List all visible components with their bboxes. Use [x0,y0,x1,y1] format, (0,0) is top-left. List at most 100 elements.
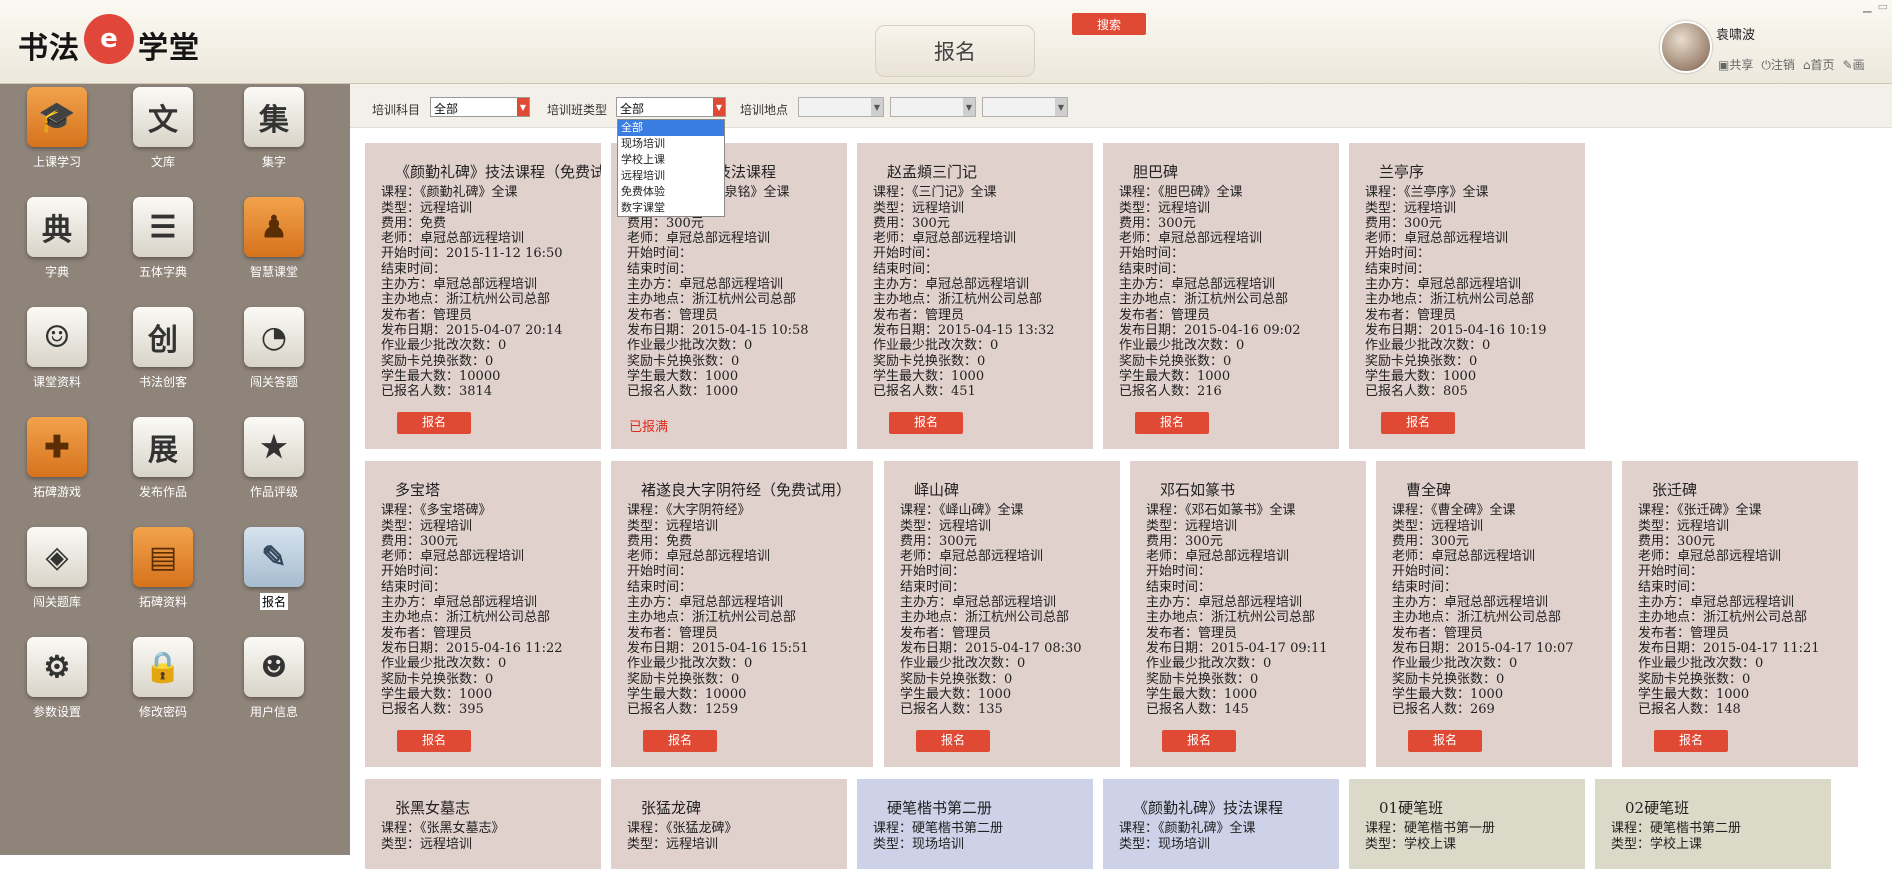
graduation-cap-icon: 🎓 [27,87,87,147]
sidebar-item-13[interactable]: ◈ 闯关题库 [12,527,102,610]
course-teacher: 老师：卓冠总部远程培训 [1392,549,1536,565]
course-card: 曹全碑 课程：《曹全碑》全课 类型：远程培训 费用：300元 老师：卓冠总部远程培训 开始… [1376,461,1612,767]
sidebar-label-row: 书法创客 [118,373,208,390]
course-type: 类型：远程培训 [900,518,992,534]
course-course: 课程：《张迁碑》全课 [1638,503,1762,519]
logo-text-1: 书法 [18,31,80,66]
sidebar-item-1[interactable]: 🎓 上课学习 [12,87,102,170]
class-type-select[interactable]: 全部 ▼ [616,97,726,117]
sidebar-item-11[interactable]: 展发布作品 [118,417,208,500]
course-type: 类型：远程培训 [1119,200,1211,216]
avatar[interactable] [1660,21,1712,73]
chevron-down-icon[interactable]: ▼ [517,98,529,116]
dropdown-option[interactable]: 学校上课 [618,152,724,168]
course-type: 类型：远程培训 [381,836,473,852]
sidebar-item-7[interactable]: ☺ 课堂资料 [12,307,102,390]
draw-label: 画 [1852,58,1865,72]
course-teacher: 老师：卓冠总部远程培训 [381,231,525,247]
course-reward-cards: 奖励卡兑换张数：0 [1365,353,1478,369]
course-end: 结束时间： [1392,579,1458,595]
city-select[interactable]: ▼ [890,97,976,117]
course-publisher: 发布者：管理员 [381,307,473,323]
course-min-batches: 作业最少批改次数：0 [873,338,999,354]
province-select[interactable]: ▼ [798,97,884,117]
sidebar-item-3[interactable]: 集集字 [229,87,319,170]
sidebar-label-row: 拓碑游戏 [12,483,102,500]
sidebar-item-16[interactable]: ⚙ 参数设置 [12,637,102,720]
sidebar-item-17[interactable]: 🔒 修改密码 [118,637,208,720]
course-organizer: 主办方：卓冠总部远程培训 [381,595,538,611]
enroll-button[interactable]: 报名 [889,412,963,434]
district-select[interactable]: ▼ [982,97,1068,117]
course-max-students: 学生最大数：1000 [1392,686,1504,702]
enroll-button[interactable]: 报名 [1381,412,1455,434]
chevron-down-icon[interactable]: ▼ [713,98,725,116]
course-course: 课程：《大字阴符经》 [627,503,751,519]
course-publisher: 发布者：管理员 [381,625,473,641]
enroll-button[interactable]: 报名 [1654,730,1728,752]
sidebar-label-row: 五体字典 [118,263,208,280]
sidebar-item-4[interactable]: 典字典 [12,197,102,280]
enroll-button[interactable]: 报名 [643,730,717,752]
course-organizer: 主办方：卓冠总部远程培训 [900,595,1057,611]
enroll-button[interactable]: 报名 [397,412,471,434]
course-card: 张迁碑 课程：《张迁碑》全课 类型：远程培训 费用：300元 老师：卓冠总部远程培训 开始… [1622,461,1858,767]
sidebar-item-18[interactable]: ☻ 用户信息 [229,637,319,720]
course-enrolled: 已报名人数：3814 [381,384,493,400]
logout-link[interactable]: ⏻注销 [1761,56,1795,73]
sidebar-item-5[interactable]: ☰ 五体字典 [118,197,208,280]
course-course: 课程：《三门记》全课 [873,185,997,201]
sidebar-item-9[interactable]: ◔ 闯关答题 [229,307,319,390]
course-end: 结束时间： [1119,261,1185,277]
enroll-button[interactable]: 报名 [1162,730,1236,752]
sidebar-item-15[interactable]: ✎ 报名 [229,527,319,610]
chevron-down-icon[interactable]: ▼ [1055,98,1067,116]
course-start: 开始时间： [1119,246,1185,262]
course-fee: 费用：免费 [627,533,693,549]
enroll-button[interactable]: 报名 [1408,730,1482,752]
sidebar-item-10[interactable]: ✚ 拓碑游戏 [12,417,102,500]
course-max-students: 学生最大数：1000 [873,368,985,384]
dropdown-option[interactable]: 现场培训 [618,136,724,152]
dropdown-option[interactable]: 远程培训 [618,168,724,184]
course-published: 发布日期：2015-04-17 08:30 [900,640,1082,656]
user-icon: ☻ [244,637,304,697]
enroll-button[interactable]: 报名 [397,730,471,752]
course-card: 兰亭序 课程：《兰亭序》全课 类型：远程培训 费用：300元 老师：卓冠总部远程培训 开始… [1349,143,1585,449]
course-end: 结束时间： [1638,579,1704,595]
enroll-button[interactable]: 报名 [916,730,990,752]
enroll-button[interactable]: 报名 [1135,412,1209,434]
dropdown-option[interactable]: 免费体验 [618,184,724,200]
chevron-down-icon[interactable]: ▼ [871,98,883,116]
course-type: 类型：远程培训 [1638,518,1730,534]
course-course: 课程：《张猛龙碑》 [627,821,738,837]
course-min-batches: 作业最少批改次数：0 [1638,656,1764,672]
share-label: 共享 [1729,58,1754,72]
sidebar-item-8[interactable]: 创书法创客 [118,307,208,390]
course-enrolled: 已报名人数：1259 [627,702,739,718]
course-venue: 主办地点：浙江杭州公司总部 [1638,610,1808,626]
share-link[interactable]: ▣共享 [1718,56,1753,73]
home-link[interactable]: ⌂首页 [1803,56,1835,73]
course-end: 结束时间： [1146,579,1212,595]
dropdown-option[interactable]: 数字课堂 [618,200,724,216]
course-start: 开始时间： [873,246,939,262]
sidebar-item-6[interactable]: ♟ 智慧课堂 [229,197,319,280]
sidebar-item-12[interactable]: ★ 作品评级 [229,417,319,500]
sidebar-item-14[interactable]: ▤ 拓碑资料 [118,527,208,610]
minimize-icon[interactable]: ▁ [1863,0,1871,13]
course-enrolled: 已报名人数：805 [1365,384,1468,400]
draw-link[interactable]: ✎画 [1843,56,1865,73]
course-enrolled: 已报名人数：395 [381,702,484,718]
logo-mark-icon: e [84,14,134,64]
dropdown-option[interactable]: 全部 [618,120,724,136]
search-button[interactable]: 搜索 [1072,13,1146,35]
chuang-icon: 创 [133,307,193,367]
course-published: 发布日期：2015-04-07 20:14 [381,322,563,338]
course-teacher: 老师：卓冠总部远程培训 [627,231,771,247]
course-end: 结束时间： [381,261,447,277]
subject-select[interactable]: 全部 ▼ [430,97,530,117]
chevron-down-icon[interactable]: ▼ [963,98,975,116]
sidebar-item-2[interactable]: 文文库 [118,87,208,170]
maximize-icon[interactable]: ▭ [1878,0,1888,13]
